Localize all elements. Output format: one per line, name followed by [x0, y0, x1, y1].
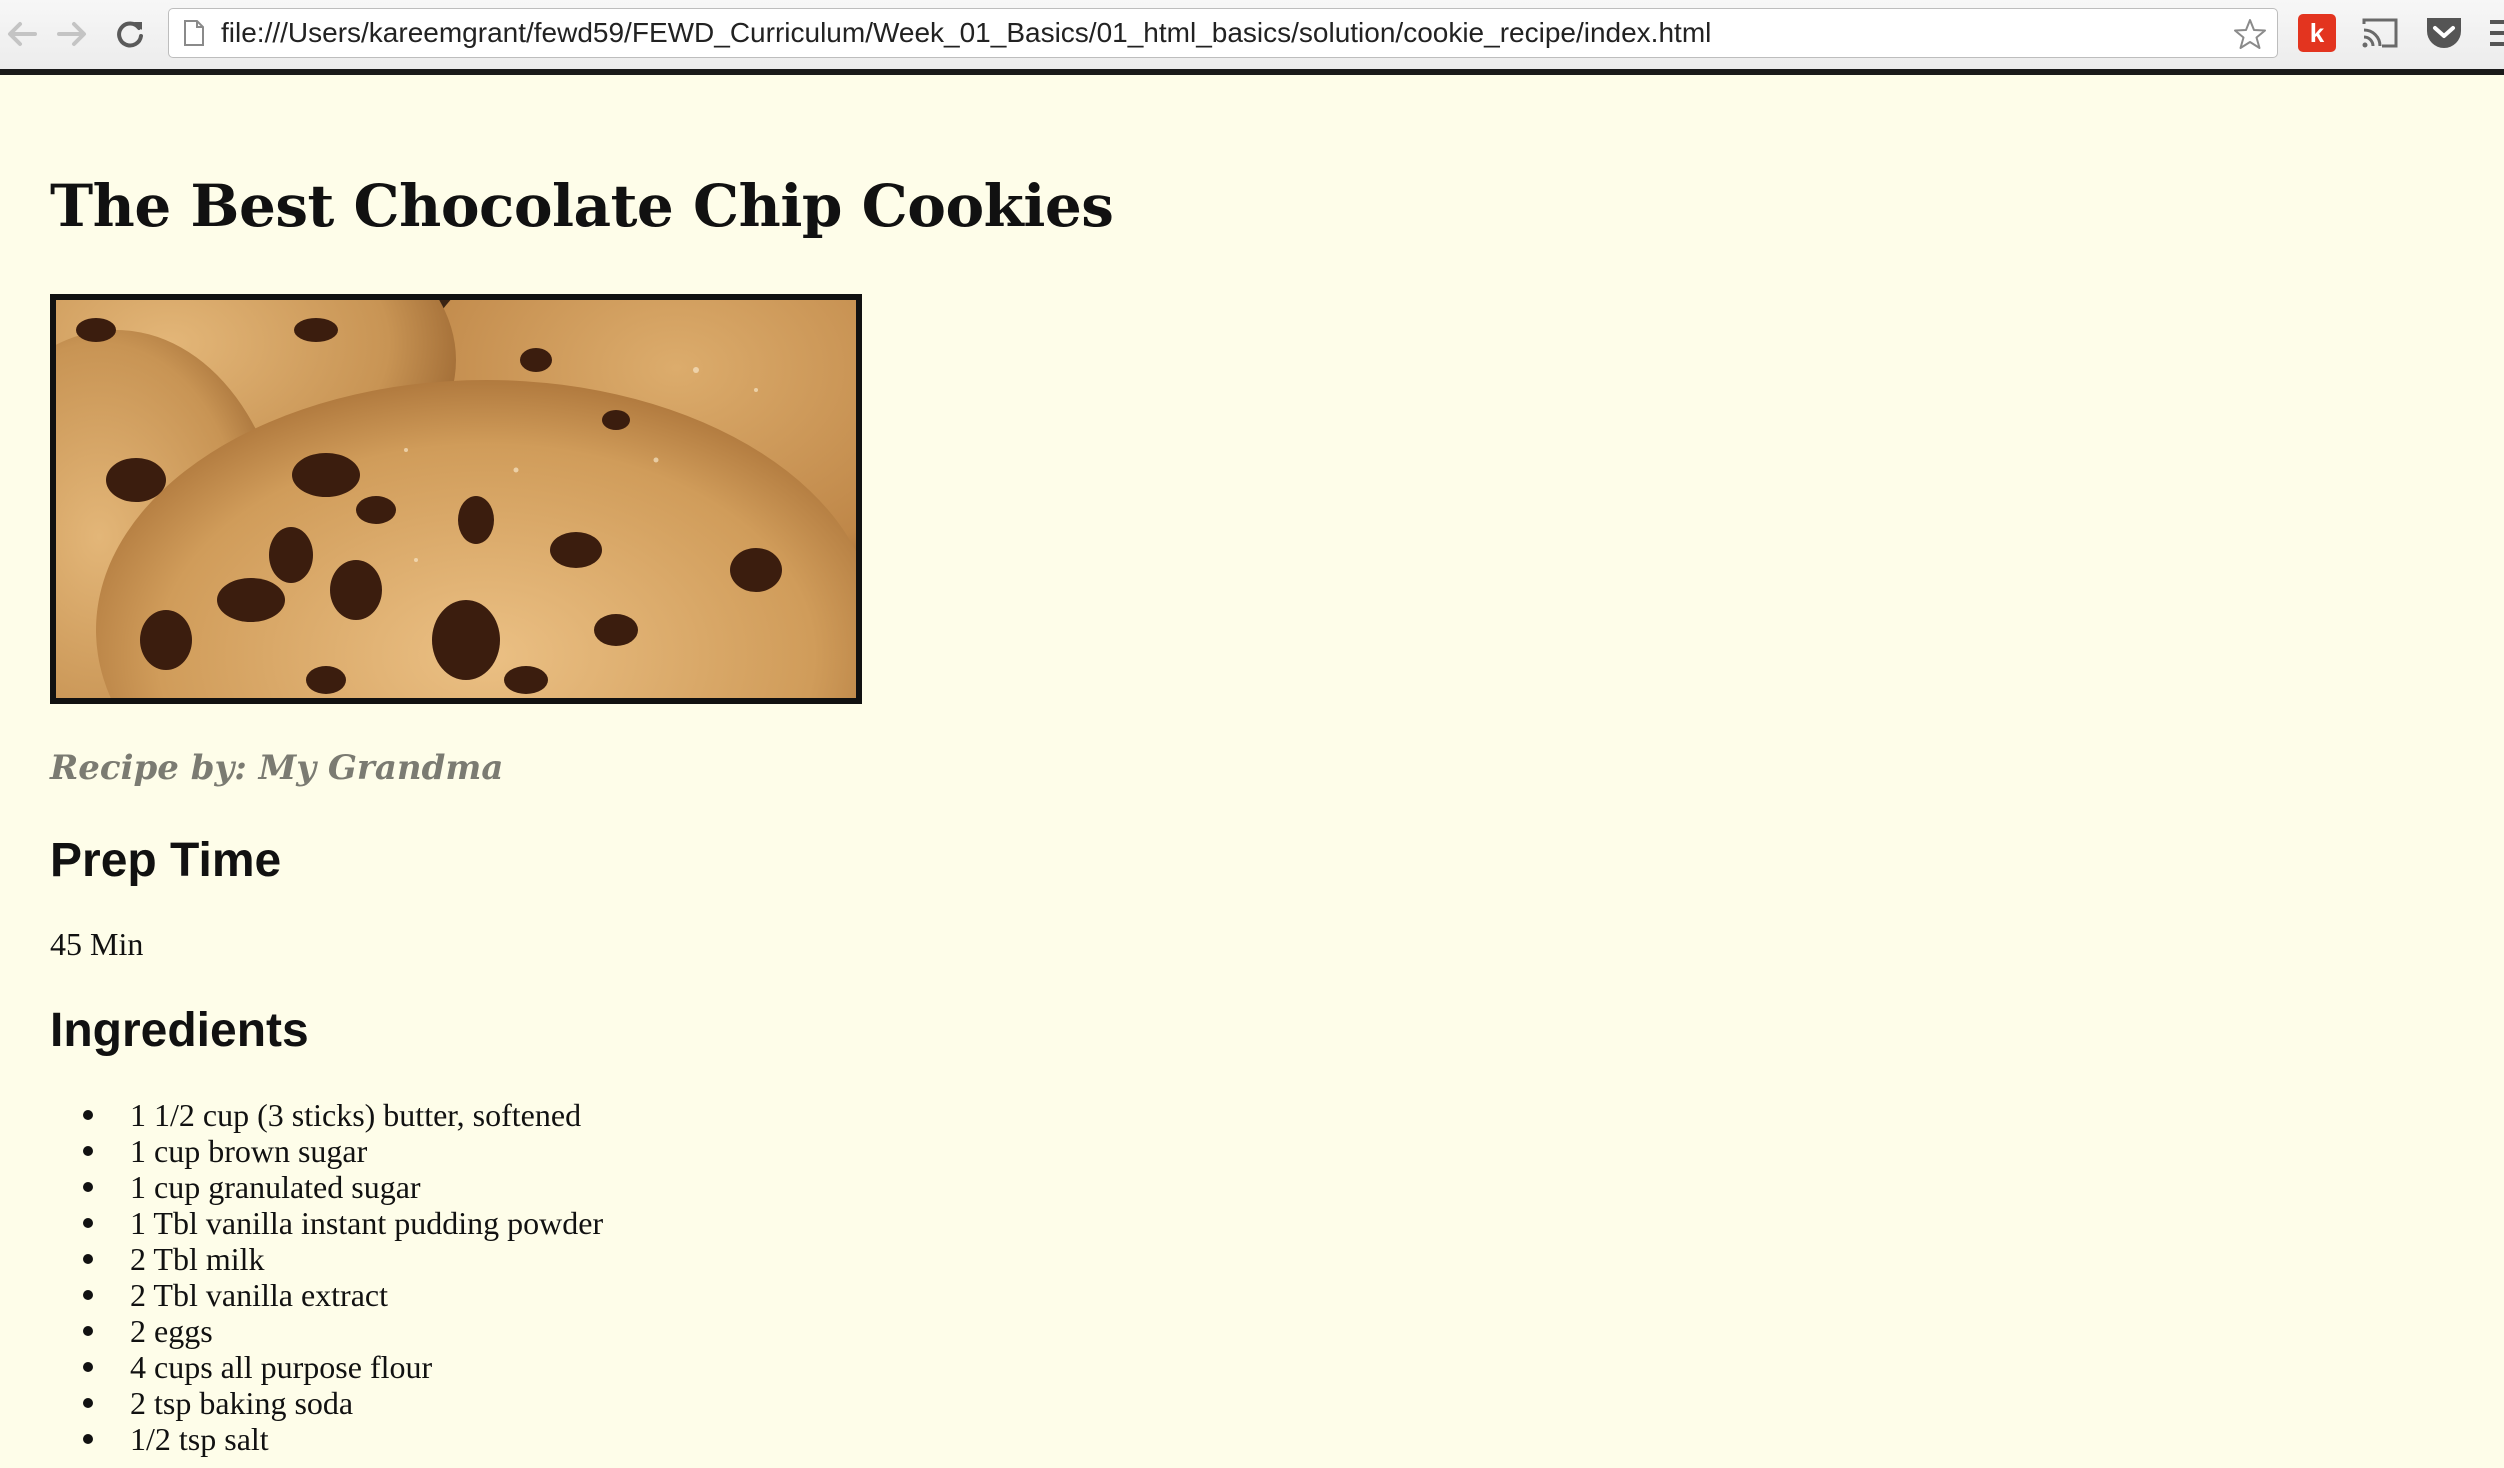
address-bar[interactable]: file:///Users/kareemgrant/fewd59/FEWD_Cu… — [168, 8, 2278, 58]
cookie-photo — [50, 294, 862, 704]
ingredient-item: 4 cups all purpose flour — [82, 1349, 603, 1385]
page-title: The Best Chocolate Chip Cookies — [50, 172, 1114, 240]
forward-button[interactable] — [50, 12, 94, 56]
extension-k-button[interactable]: k — [2298, 14, 2336, 52]
reload-icon — [117, 21, 143, 48]
recipe-byline: Recipe by: My Grandma — [50, 748, 504, 788]
pocket-icon[interactable] — [2424, 14, 2464, 52]
ingredient-item: 1 1/2 cup (3 sticks) butter, softened — [82, 1097, 603, 1133]
ingredient-item: 2 tsp baking soda — [82, 1385, 603, 1421]
ingredient-item: 1 cup granulated sugar — [82, 1169, 603, 1205]
toolbar-divider — [0, 69, 2504, 75]
star-icon[interactable] — [2233, 17, 2267, 51]
ingredient-item: 2 eggs — [82, 1313, 603, 1349]
prep-time-value: 45 Min — [50, 926, 144, 962]
back-icon — [8, 22, 37, 46]
ingredient-item: 2 Tbl vanilla extract — [82, 1277, 603, 1313]
browser-toolbar: file:///Users/kareemgrant/fewd59/FEWD_Cu… — [0, 0, 2504, 69]
page-icon — [184, 20, 204, 46]
back-button[interactable] — [0, 12, 44, 56]
ingredient-item: 2 Tbl milk — [82, 1241, 603, 1277]
forward-icon — [57, 22, 86, 46]
reload-button[interactable] — [108, 12, 152, 56]
menu-icon[interactable] — [2490, 18, 2504, 50]
ingredient-item: 1 cup brown sugar — [82, 1133, 603, 1169]
cast-icon[interactable] — [2360, 16, 2400, 50]
ingredients-list: 1 1/2 cup (3 sticks) butter, softened 1 … — [50, 1097, 603, 1457]
url-text[interactable]: file:///Users/kareemgrant/fewd59/FEWD_Cu… — [221, 9, 1711, 57]
ingredient-item: 1 Tbl vanilla instant pudding powder — [82, 1205, 604, 1241]
ingredients-heading: Ingredients — [50, 1004, 309, 1057]
ingredient-item: 1/2 tsp salt — [82, 1421, 603, 1457]
prep-time-heading: Prep Time — [50, 834, 282, 887]
